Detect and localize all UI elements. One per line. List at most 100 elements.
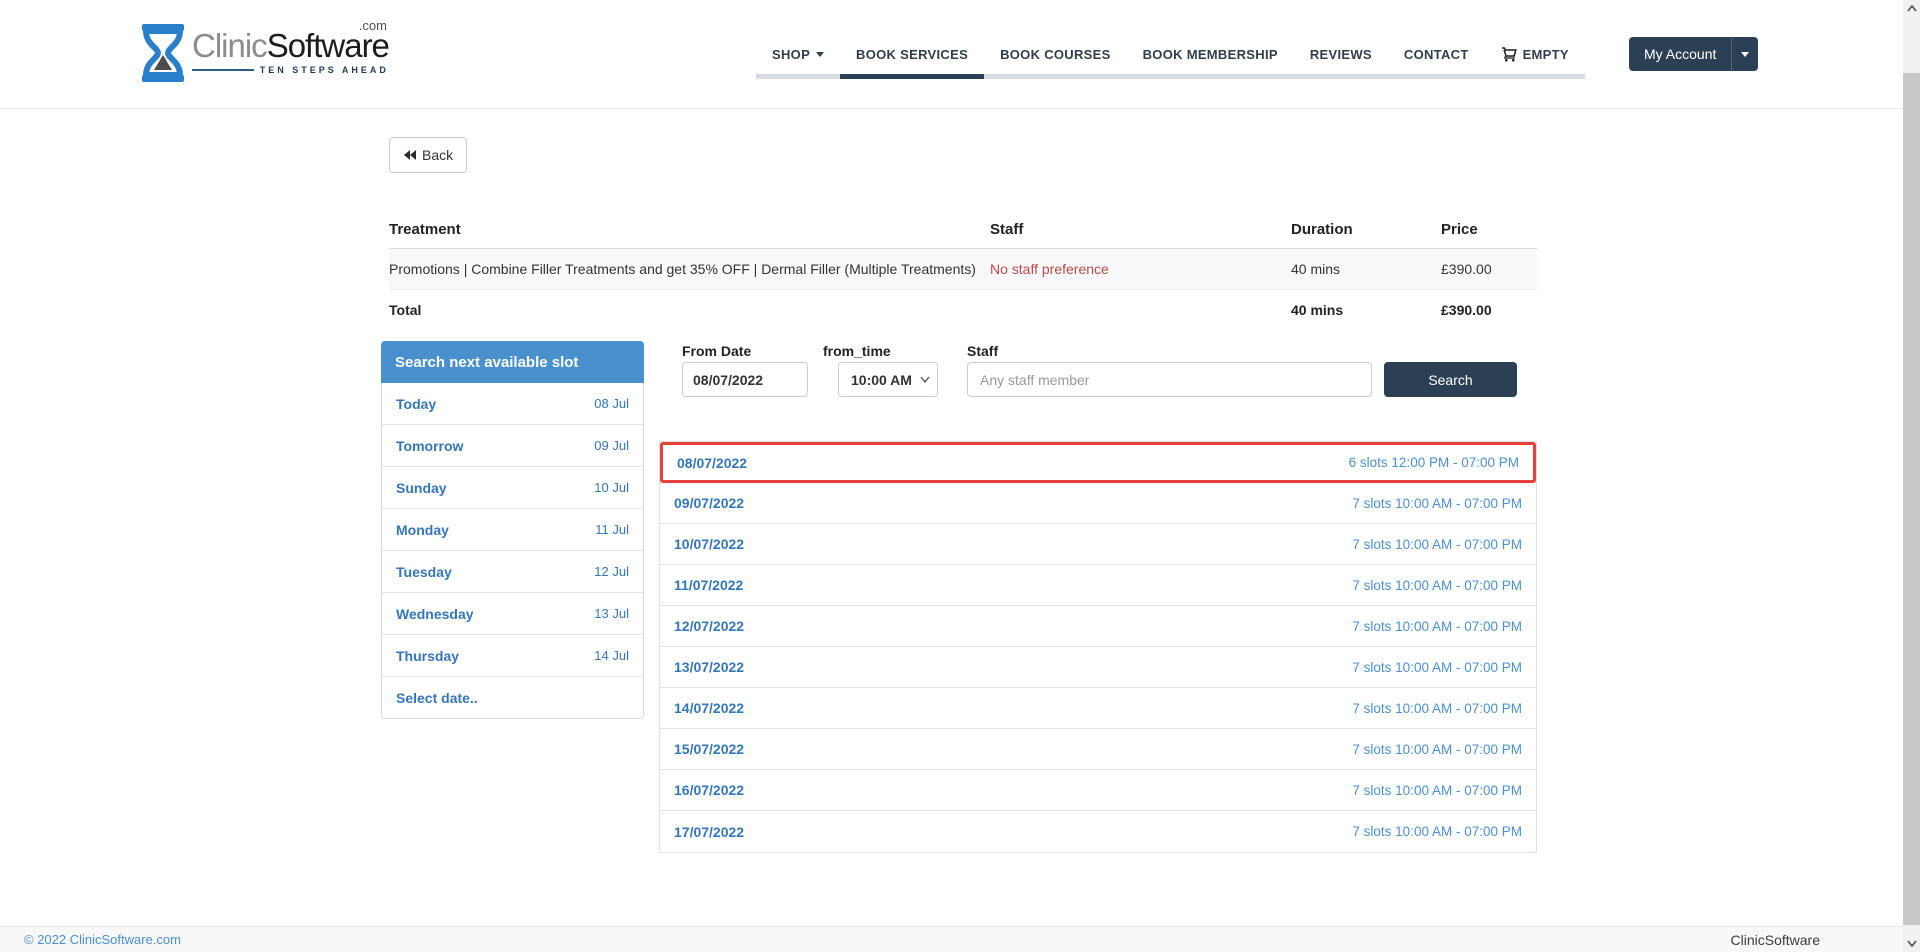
main-nav: SHOP BOOK SERVICES BOOK COURSES BOOK MEMBER… <box>756 0 1585 108</box>
quick-slot-label: Thursday <box>396 648 459 664</box>
quick-slot-label: Select date.. <box>396 690 478 706</box>
top-header: .com ClinicSoftware TEN STEPS AHEAD SHOP… <box>0 0 1920 109</box>
back-button-label: Back <box>422 147 453 163</box>
slot-availability: 7 slots 10:00 AM - 07:00 PM <box>1352 783 1522 798</box>
quick-slot-sunday[interactable]: Sunday10 Jul <box>382 467 643 509</box>
quick-slot-tuesday[interactable]: Tuesday12 Jul <box>382 551 643 593</box>
slot-row-9[interactable]: 17/07/2022 7 slots 10:00 AM - 07:00 PM <box>660 811 1536 852</box>
slot-row-5[interactable]: 13/07/2022 7 slots 10:00 AM - 07:00 PM <box>660 647 1536 688</box>
slot-date-link[interactable]: 10/07/2022 <box>674 536 744 552</box>
quick-slot-date: 09 Jul <box>594 438 629 453</box>
slot-date-link[interactable]: 17/07/2022 <box>674 824 744 840</box>
quick-slot-today[interactable]: Today 08 Jul <box>382 383 643 425</box>
logo-tagline: TEN STEPS AHEAD <box>260 65 389 75</box>
hourglass-logo-icon <box>140 24 186 87</box>
summary-total-row: Total 40 mins £390.00 <box>389 290 1537 330</box>
summary-header-row: Treatment Staff Duration Price <box>389 210 1537 249</box>
nav-item-label: BOOK MEMBERSHIP <box>1143 47 1278 62</box>
scrollbar-thumb[interactable] <box>1903 73 1920 925</box>
quick-slot-date: 08 Jul <box>594 396 629 411</box>
quick-slot-label: Sunday <box>396 480 447 496</box>
nav-underline <box>756 74 840 79</box>
quick-slot-label: Today <box>396 396 436 412</box>
logo[interactable]: .com ClinicSoftware TEN STEPS AHEAD <box>140 20 390 82</box>
nav-item-label: REVIEWS <box>1310 47 1372 62</box>
slot-results-list: 08/07/2022 6 slots 12:00 PM - 07:00 PM 09/… <box>659 441 1537 853</box>
slot-availability: 7 slots 10:00 AM - 07:00 PM <box>1352 701 1522 716</box>
nav-item-label: EMPTY <box>1523 47 1569 62</box>
quick-slot-label: Tomorrow <box>396 438 463 454</box>
scroll-up-icon[interactable] <box>1903 0 1920 17</box>
quick-slot-thursday[interactable]: Thursday14 Jul <box>382 635 643 677</box>
slot-row-4[interactable]: 12/07/20227 slots 10:00 AM - 07:00 PM <box>660 606 1536 647</box>
slot-date-link[interactable]: 11/07/2022 <box>674 577 743 593</box>
slot-row-1[interactable]: 09/07/20227 slots 10:00 AM - 07:00 PM <box>660 483 1536 524</box>
quick-slot-monday[interactable]: Monday11 Jul <box>382 509 643 551</box>
my-account-label[interactable]: My Account <box>1629 37 1732 71</box>
nav-item-book-courses[interactable]: BOOK COURSES <box>984 0 1127 108</box>
nav-item-book-services[interactable]: BOOK SERVICES <box>840 0 984 108</box>
vertical-scrollbar[interactable] <box>1903 0 1920 952</box>
slot-row-8[interactable]: 16/07/2022 7 slots 10:00 AM - 07:00 PM <box>660 770 1536 811</box>
nav-item-empty[interactable]: EMPTY <box>1485 0 1585 108</box>
quick-slot-label: Tuesday <box>396 564 452 580</box>
col-header-treatment: Treatment <box>389 221 990 238</box>
rewind-icon <box>403 149 417 161</box>
nav-item-label: BOOK COURSES <box>1000 47 1111 62</box>
footer-brand: ClinicSoftware <box>1731 932 1820 948</box>
slot-availability: 7 slots 10:00 AM - 07:00 PM <box>1352 824 1522 839</box>
from-time-select-wrap: 10:00 AM <box>838 362 938 397</box>
account-dropdown-toggle[interactable] <box>1732 37 1758 71</box>
staff-label: Staff <box>967 343 998 359</box>
slot-row-2[interactable]: 10/07/2022 7 slots 10:00 AM - 07:00 PM <box>660 524 1536 565</box>
col-header-duration: Duration <box>1291 221 1441 238</box>
scroll-down-icon[interactable] <box>1903 935 1920 952</box>
slot-row-6[interactable]: 14/07/2022 7 slots 10:00 AM - 07:00 PM <box>660 688 1536 729</box>
nav-underline <box>984 74 1127 79</box>
nav-underline <box>1127 74 1294 79</box>
quick-slot-date: 11 Jul <box>595 522 629 537</box>
nav-item-contact[interactable]: CONTACT <box>1388 0 1485 108</box>
staff-input[interactable] <box>967 362 1372 397</box>
slot-date-link[interactable]: 09/07/2022 <box>674 495 744 511</box>
quick-slot-tomorrow[interactable]: Tomorrow 09 Jul <box>382 425 643 467</box>
from-time-select[interactable]: 10:00 AM <box>838 362 938 397</box>
quick-slot-date: 13 Jul <box>594 606 629 621</box>
slot-availability: 7 slots 10:00 AM - 07:00 PM <box>1352 660 1522 675</box>
slot-availability: 7 slots 10:00 AM - 07:00 PM <box>1352 537 1522 552</box>
slot-date-link[interactable]: 08/07/2022 <box>677 455 747 471</box>
booking-summary-table: Treatment Staff Duration Price Promotion… <box>389 210 1537 330</box>
back-button[interactable]: Back <box>389 137 467 173</box>
slot-date-link[interactable]: 13/07/2022 <box>674 659 744 675</box>
from-date-input[interactable] <box>682 362 808 397</box>
slot-row-7[interactable]: 15/07/2022 7 slots 10:00 AM - 07:00 PM <box>660 729 1536 770</box>
nav-item-reviews[interactable]: REVIEWS <box>1294 0 1388 108</box>
footer-copyright-link[interactable]: © 2022 ClinicSoftware.com <box>24 932 181 947</box>
page: .com ClinicSoftware TEN STEPS AHEAD SHOP… <box>0 0 1920 952</box>
nav-underline <box>840 74 984 79</box>
nav-item-shop[interactable]: SHOP <box>756 0 840 108</box>
slot-date-link[interactable]: 14/07/2022 <box>674 700 744 716</box>
nav-item-book-membership[interactable]: BOOK MEMBERSHIP <box>1127 0 1294 108</box>
nav-item-label: SHOP <box>772 47 810 62</box>
nav-underline <box>1485 74 1585 79</box>
slot-row-3[interactable]: 11/07/20227 slots 10:00 AM - 07:00 PM <box>660 565 1536 606</box>
my-account-button[interactable]: My Account <box>1629 37 1758 71</box>
quick-slot-select-date[interactable]: Select date.. <box>382 677 643 718</box>
slot-date-link[interactable]: 16/07/2022 <box>674 782 744 798</box>
slot-row-0-selected[interactable]: 08/07/2022 6 slots 12:00 PM - 07:00 PM <box>660 442 1536 483</box>
nav-underline <box>1388 74 1485 79</box>
treatment-price: £390.00 <box>1441 261 1537 277</box>
summary-item-row: Promotions | Combine Filler Treatments a… <box>389 249 1537 290</box>
slot-availability: 7 slots 10:00 AM - 07:00 PM <box>1352 742 1522 757</box>
quick-slot-wednesday[interactable]: Wednesday13 Jul <box>382 593 643 635</box>
cart-icon <box>1501 47 1517 62</box>
logo-suffix: .com <box>359 18 387 33</box>
slot-date-link[interactable]: 12/07/2022 <box>674 618 744 634</box>
slot-date-link[interactable]: 15/07/2022 <box>674 741 744 757</box>
slot-availability: 6 slots 12:00 PM - 07:00 PM <box>1349 455 1519 470</box>
search-button[interactable]: Search <box>1384 362 1517 397</box>
logo-brand-primary: Clinic <box>192 27 267 64</box>
quick-slot-list: Today 08 Jul Tomorrow 09 Jul Sunday10 JulMon… <box>382 383 643 718</box>
staff-preference: No staff preference <box>990 261 1291 277</box>
